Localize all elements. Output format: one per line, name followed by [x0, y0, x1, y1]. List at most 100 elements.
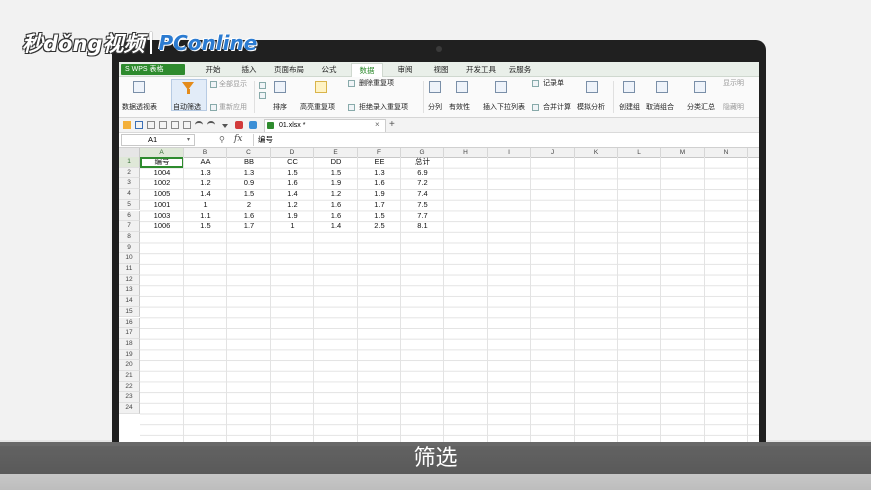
row-header[interactable]: 2 — [119, 167, 140, 179]
row-header[interactable]: 4 — [119, 189, 140, 200]
table-cell[interactable]: 1 — [184, 200, 227, 211]
table-cell[interactable]: 1.5 — [358, 211, 401, 222]
row-header[interactable]: 19 — [119, 349, 140, 361]
show-detail-button[interactable]: 显示明 — [723, 79, 744, 88]
ungroup-button[interactable]: 取消组合 — [646, 103, 674, 112]
format-painter-icon[interactable] — [183, 121, 191, 129]
table-cell[interactable]: 1.2 — [314, 189, 358, 200]
table-cell[interactable]: 1.2 — [184, 178, 227, 189]
table-cell[interactable]: 1.7 — [358, 200, 401, 211]
table-cell[interactable]: 1.9 — [314, 178, 358, 189]
sort-button[interactable]: 排序 — [273, 103, 287, 112]
row-header[interactable]: 10 — [119, 253, 140, 264]
table-cell[interactable]: 1.3 — [358, 168, 401, 179]
pivot-table-button[interactable]: 数据透视表 — [122, 103, 157, 112]
row-header[interactable]: 13 — [119, 285, 140, 297]
row-header[interactable]: 5 — [119, 199, 140, 211]
save-icon[interactable] — [135, 121, 143, 129]
menu-tab[interactable]: 云服务 — [505, 63, 535, 76]
menu-tab[interactable]: 开始 — [199, 63, 227, 76]
create-group-button[interactable]: 创建组 — [619, 103, 640, 112]
row-header[interactable]: 23 — [119, 392, 140, 404]
row-header[interactable]: 22 — [119, 381, 140, 393]
autofilter-button[interactable]: 自动筛选 — [173, 103, 201, 112]
new-tab-button[interactable]: + — [389, 118, 395, 131]
table-cell[interactable]: 1005 — [140, 189, 184, 200]
table-cell[interactable]: 6.9 — [401, 168, 444, 179]
table-cell[interactable]: 1.2 — [271, 200, 314, 211]
menu-tab[interactable]: 审阅 — [391, 63, 419, 76]
column-header[interactable]: E — [314, 148, 358, 157]
wps-doc-icon[interactable] — [235, 121, 243, 129]
select-all-corner[interactable] — [119, 148, 140, 157]
table-cell[interactable]: 2.5 — [358, 221, 401, 232]
cloud-icon[interactable] — [249, 121, 257, 129]
table-cell[interactable]: 1.5 — [314, 168, 358, 179]
table-cell[interactable]: 1.6 — [227, 211, 271, 222]
column-header[interactable]: J — [531, 148, 575, 157]
search-function-icon[interactable]: ⚲ — [219, 134, 225, 146]
row-header[interactable]: 20 — [119, 360, 140, 371]
table-cell[interactable]: 7.4 — [401, 189, 444, 200]
table-cell[interactable]: 1.4 — [314, 221, 358, 232]
what-if-analysis-button[interactable]: 模拟分析 — [577, 103, 605, 112]
table-cell[interactable]: EE — [358, 157, 401, 168]
name-box[interactable]: A1 — [121, 134, 195, 146]
split-column-button[interactable]: 分列 — [428, 103, 442, 112]
insert-dropdown-button[interactable]: 插入下拉列表 — [483, 103, 525, 112]
table-cell[interactable]: 总计 — [401, 157, 444, 168]
table-cell[interactable]: 1002 — [140, 178, 184, 189]
table-cell[interactable]: 1 — [271, 221, 314, 232]
column-header[interactable]: H — [444, 148, 488, 157]
row-header[interactable]: 14 — [119, 296, 140, 307]
row-header[interactable]: 8 — [119, 231, 140, 243]
table-cell[interactable]: 1.6 — [314, 200, 358, 211]
column-header[interactable]: M — [661, 148, 705, 157]
table-cell[interactable]: 8.1 — [401, 221, 444, 232]
table-cell[interactable]: 1.6 — [358, 178, 401, 189]
subtotal-button[interactable]: 分类汇总 — [687, 103, 715, 112]
table-cell[interactable]: 1006 — [140, 221, 184, 232]
row-header[interactable]: 11 — [119, 264, 140, 275]
row-header[interactable]: 16 — [119, 317, 140, 329]
export-pdf-icon[interactable] — [171, 121, 179, 129]
table-cell[interactable]: BB — [227, 157, 271, 168]
column-header[interactable]: N — [705, 148, 748, 157]
table-cell[interactable]: 1.6 — [314, 211, 358, 222]
open-folder-icon[interactable] — [123, 121, 131, 129]
table-cell[interactable]: 0.9 — [227, 178, 271, 189]
column-header[interactable]: D — [271, 148, 314, 157]
table-cell[interactable]: 1.4 — [184, 189, 227, 200]
table-cell[interactable]: 1003 — [140, 211, 184, 222]
menu-tab[interactable]: 公式 — [315, 63, 343, 76]
table-cell[interactable]: 7.2 — [401, 178, 444, 189]
show-all-button[interactable]: 全部显示 — [219, 80, 247, 89]
reject-duplicates-button[interactable]: 拒绝录入重复项 — [359, 103, 408, 112]
column-header[interactable]: L — [618, 148, 661, 157]
table-cell[interactable]: 1.3 — [184, 168, 227, 179]
table-cell[interactable]: 1.5 — [227, 189, 271, 200]
validity-button[interactable]: 有效性 — [449, 103, 470, 112]
insert-function-button[interactable]: fx — [234, 133, 242, 146]
print-icon[interactable] — [147, 121, 155, 129]
row-header[interactable]: 15 — [119, 306, 140, 318]
column-header[interactable]: F — [358, 148, 401, 157]
row-header[interactable]: 12 — [119, 274, 140, 286]
menu-tab[interactable]: 开发工具 — [462, 63, 500, 76]
reapply-button[interactable]: 重新应用 — [219, 103, 247, 112]
close-tab-icon[interactable]: × — [375, 119, 380, 131]
table-cell[interactable]: AA — [184, 157, 227, 168]
table-cell[interactable]: 1.5 — [184, 221, 227, 232]
table-cell[interactable]: 1004 — [140, 168, 184, 179]
menu-tab[interactable]: 数据 — [351, 63, 383, 77]
table-cell[interactable]: 1.9 — [271, 211, 314, 222]
row-header[interactable]: 21 — [119, 371, 140, 382]
redo-icon[interactable] — [207, 121, 215, 129]
row-header[interactable]: 17 — [119, 328, 140, 339]
tab-document[interactable]: 01.xlsx * — [264, 119, 386, 132]
column-header[interactable]: I — [488, 148, 531, 157]
table-cell[interactable]: 1.5 — [271, 168, 314, 179]
customize-toolbar-icon[interactable] — [222, 124, 228, 128]
table-cell[interactable]: 1.3 — [227, 168, 271, 179]
table-cell[interactable]: DD — [314, 157, 358, 168]
